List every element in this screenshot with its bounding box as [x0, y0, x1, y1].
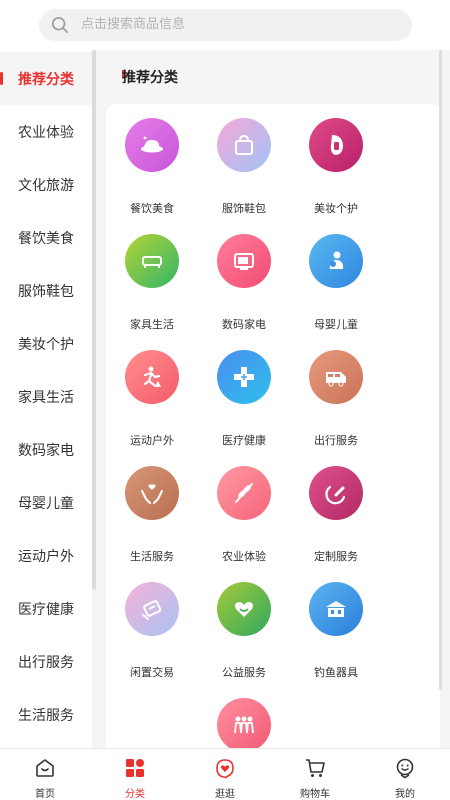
category-label: 餐饮美食 [130, 202, 174, 215]
category-label: 服饰鞋包 [222, 202, 266, 215]
search-header: 点击搜索商品信息 [0, 0, 450, 50]
category-label: 母婴儿童 [314, 318, 358, 331]
category-grid-icon [126, 759, 144, 777]
tab-home[interactable]: 首页 [0, 749, 90, 800]
sidebar-scrollbar[interactable] [92, 50, 96, 590]
tab-label: 首页 [35, 789, 55, 800]
sidebar-item-baby[interactable]: 母婴儿童 [0, 476, 92, 529]
search-input[interactable]: 点击搜索商品信息 [39, 9, 412, 41]
tab-browse[interactable]: 逛逛 [180, 749, 270, 800]
sidebar-item-home[interactable]: 家具生活 [0, 370, 92, 423]
sidebar-item-recommended[interactable]: 推荐分类 [0, 52, 92, 105]
sidebar-item-label: 家具生活 [18, 389, 74, 406]
sidebar-item-label: 出行服务 [18, 654, 74, 671]
charity-heart-icon [217, 582, 271, 636]
search-icon [51, 16, 69, 34]
content-scrollbar[interactable] [439, 50, 442, 690]
category-label: 出行服务 [314, 434, 358, 447]
sidebar-item-outdoor[interactable]: 运动户外 [0, 529, 92, 582]
tab-label: 逛逛 [215, 789, 235, 800]
category-custom-service[interactable]: 定制服务 [297, 466, 377, 576]
sidebar-item-life-service[interactable]: 生活服务 [0, 688, 92, 741]
section-title: 推荐分类 [122, 70, 178, 86]
category-page: 点击搜索商品信息 推荐分类 农业体验 文化旅游 餐饮美食 服饰鞋包 美妆个护 家… [0, 0, 450, 800]
category-beauty[interactable]: 美妆个护 [297, 118, 377, 228]
category-charity[interactable]: 公益服务 [205, 582, 285, 692]
sidebar-item-label: 生活服务 [18, 707, 74, 724]
cart-icon [306, 759, 325, 777]
category-life-service[interactable]: 生活服务 [113, 466, 193, 576]
face-makeup-icon [309, 118, 363, 172]
category-label: 闲置交易 [130, 666, 174, 679]
active-indicator [0, 72, 3, 85]
category-travel-service[interactable]: 出行服务 [297, 350, 377, 460]
sidebar-item-label: 农业体验 [18, 124, 74, 141]
category-agriculture[interactable]: 农业体验 [205, 466, 285, 576]
category-health[interactable]: 医疗健康 [205, 350, 285, 460]
sidebar-item-culture-travel[interactable]: 文化旅游 [0, 158, 92, 211]
profile-smile-icon [396, 758, 414, 779]
category-label: 医疗健康 [222, 434, 266, 447]
tab-profile[interactable]: 我的 [360, 749, 450, 800]
home-icon [36, 759, 54, 777]
hands-heart-icon [125, 466, 179, 520]
medical-cross-icon [217, 350, 271, 404]
category-outdoor[interactable]: 运动户外 [113, 350, 193, 460]
browse-heart-icon [216, 759, 234, 779]
sidebar-item-label: 文化旅游 [18, 177, 74, 194]
sidebar-item-label: 运动户外 [18, 548, 74, 565]
category-label: 生活服务 [130, 550, 174, 563]
category-fishing[interactable]: 钓鱼器具 [297, 582, 377, 692]
category-label: 数码家电 [222, 318, 266, 331]
category-label: 公益服务 [222, 666, 266, 679]
sidebar-item-label: 美妆个护 [18, 336, 74, 353]
sidebar-item-food[interactable]: 餐饮美食 [0, 211, 92, 264]
sidebar-item-agriculture[interactable]: 农业体验 [0, 105, 92, 158]
tab-category[interactable]: 分类 [90, 749, 180, 800]
category-label: 运动户外 [130, 434, 174, 447]
mother-baby-icon [309, 234, 363, 288]
sidebar-item-apparel[interactable]: 服饰鞋包 [0, 264, 92, 317]
custom-pen-icon [309, 466, 363, 520]
fishing-house-icon [309, 582, 363, 636]
people-group-icon [217, 698, 271, 752]
category-apparel[interactable]: 服饰鞋包 [205, 118, 285, 228]
category-label: 钓鱼器具 [314, 666, 358, 679]
sidebar-item-label: 母婴儿童 [18, 495, 74, 512]
category-sidebar: 推荐分类 农业体验 文化旅游 餐饮美食 服饰鞋包 美妆个护 家具生活 数码家电 … [0, 50, 92, 748]
van-icon [309, 350, 363, 404]
tab-label: 购物车 [300, 789, 330, 800]
tab-label: 我的 [395, 789, 415, 800]
category-label: 家具生活 [130, 318, 174, 331]
category-home[interactable]: 家具生活 [113, 234, 193, 344]
tag-exchange-icon [125, 582, 179, 636]
food-plate-icon [125, 118, 179, 172]
category-label: 农业体验 [222, 550, 266, 563]
bottom-tab-bar: 首页 分类 逛逛 购物车 我的 [0, 748, 450, 800]
category-label: 美妆个护 [314, 202, 358, 215]
category-secondhand[interactable]: 闲置交易 [113, 582, 193, 692]
sidebar-item-travel-service[interactable]: 出行服务 [0, 635, 92, 688]
category-grid: 餐饮美食 服饰鞋包 美妆个护 家具生活 数码家电 母婴儿童 运动户外 医疗健康 … [106, 104, 440, 764]
category-baby[interactable]: 母婴儿童 [297, 234, 377, 344]
tab-label: 分类 [125, 789, 145, 800]
running-icon [125, 350, 179, 404]
sidebar-item-beauty[interactable]: 美妆个护 [0, 317, 92, 370]
sidebar-item-label: 数码家电 [18, 442, 74, 459]
tab-cart[interactable]: 购物车 [270, 749, 360, 800]
search-placeholder: 点击搜索商品信息 [81, 17, 186, 32]
handbag-icon [217, 118, 271, 172]
category-electronics[interactable]: 数码家电 [205, 234, 285, 344]
sofa-icon [125, 234, 179, 288]
wheat-icon [217, 466, 271, 520]
sidebar-item-label: 服饰鞋包 [18, 283, 74, 300]
tv-icon [217, 234, 271, 288]
sidebar-item-label: 推荐分类 [18, 71, 74, 88]
category-food[interactable]: 餐饮美食 [113, 118, 193, 228]
sidebar-item-electronics[interactable]: 数码家电 [0, 423, 92, 476]
sidebar-item-label: 医疗健康 [18, 601, 74, 618]
sidebar-item-health[interactable]: 医疗健康 [0, 582, 92, 635]
sidebar-item-label: 餐饮美食 [18, 230, 74, 247]
category-label: 定制服务 [314, 550, 358, 563]
